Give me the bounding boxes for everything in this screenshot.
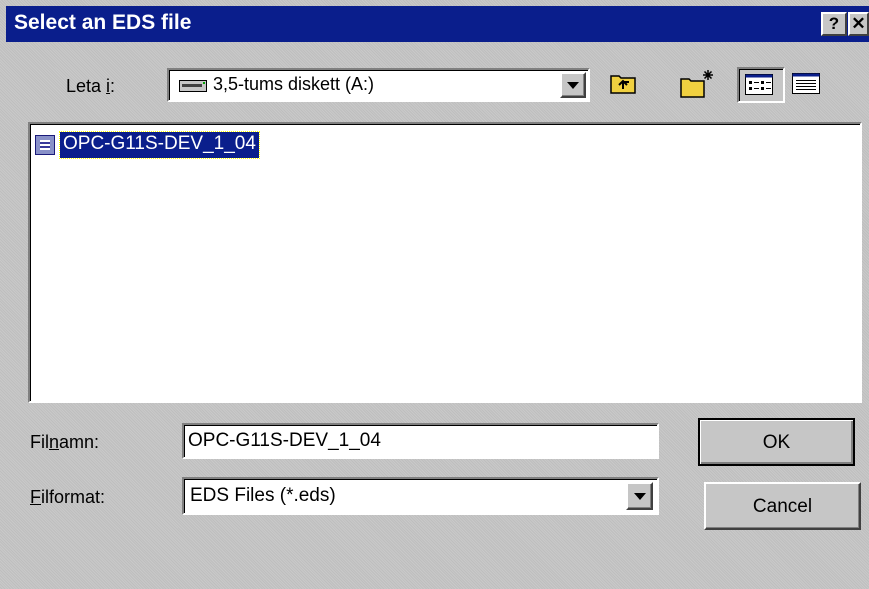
list-view-button[interactable]	[737, 67, 785, 103]
filetype-value: EDS Files (*.eds)	[190, 485, 336, 506]
help-icon: ?	[828, 14, 840, 33]
eds-file-icon	[35, 135, 55, 155]
look-in-dropdown-button[interactable]	[560, 72, 586, 98]
details-view-icon	[792, 73, 820, 94]
filename-label: Filnamn:	[30, 432, 100, 452]
filename-input[interactable]: OPC-G11S-DEV_1_04	[182, 423, 659, 459]
filetype-dropdown[interactable]: EDS Files (*.eds)	[182, 477, 659, 515]
floppy-drive-icon	[179, 79, 207, 92]
close-button[interactable]: ✕	[848, 12, 869, 36]
file-name: OPC-G11S-DEV_1_04	[59, 131, 260, 159]
up-one-level-button[interactable]	[607, 67, 641, 101]
look-in-dropdown[interactable]: 3,5-tums diskett (A:)	[167, 68, 590, 102]
up-one-level-icon	[610, 75, 636, 94]
details-view-button[interactable]	[790, 67, 830, 101]
chevron-down-icon	[567, 82, 579, 89]
new-folder-icon	[680, 70, 713, 98]
filetype-label: Filformat:	[30, 487, 106, 507]
close-icon: ✕	[851, 14, 866, 33]
filetype-dropdown-button[interactable]	[626, 482, 653, 510]
cancel-button-label: Cancel	[752, 496, 813, 517]
new-folder-button[interactable]	[678, 67, 713, 101]
ok-button-label: OK	[762, 432, 791, 453]
filename-value: OPC-G11S-DEV_1_04	[188, 430, 381, 451]
dialog-title: Select an EDS file	[14, 11, 192, 34]
cancel-button[interactable]: Cancel	[704, 482, 861, 530]
file-dialog: Select an EDS file ? ✕ Leta i: 3,5-tums …	[0, 0, 869, 589]
look-in-label: Leta i:	[66, 76, 116, 96]
list-view-icon	[745, 74, 773, 95]
file-list[interactable]: OPC-G11S-DEV_1_04	[28, 122, 862, 403]
chevron-down-icon	[634, 493, 646, 500]
help-button[interactable]: ?	[821, 12, 847, 36]
look-in-value: 3,5-tums diskett (A:)	[213, 74, 375, 94]
title-bar[interactable]: Select an EDS file ? ✕	[6, 6, 869, 42]
ok-button[interactable]: OK	[698, 418, 855, 466]
